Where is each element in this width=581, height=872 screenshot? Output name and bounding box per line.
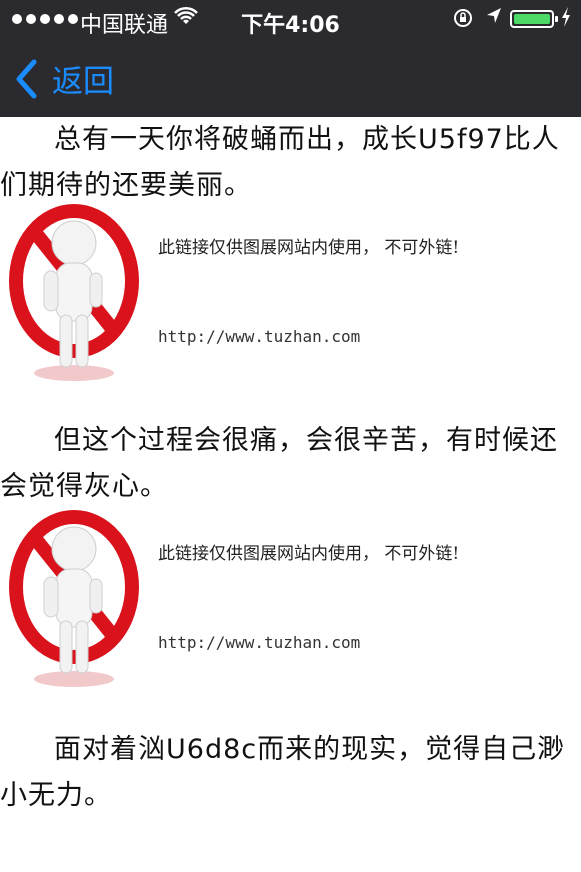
watermark-url-text: http://www.tuzhan.com: [158, 327, 361, 346]
back-button-label: 返回: [52, 64, 114, 100]
top-bar: 中国联通 下午4:06 返回: [0, 0, 581, 117]
orientation-lock-icon: [452, 7, 474, 34]
hotlink-watermark-image: 此链接仅供图展网站内使用， 不可外链! http://www.tuzhan.co…: [0, 203, 581, 383]
back-button[interactable]: 返回: [14, 56, 114, 101]
article-paragraph: 但这个过程会很痛，会很辛苦，有时候还会觉得灰心。: [0, 425, 558, 502]
status-bar: 中国联通 下午4:06: [0, 0, 581, 38]
navigation-bar: 返回: [0, 38, 581, 117]
article-paragraph: 面对着汹U6d8c而来的现实，觉得自己渺小无力。: [0, 734, 566, 811]
hotlink-watermark-image: 此链接仅供图展网站内使用， 不可外链! http://www.tuzhan.co…: [0, 509, 581, 689]
watermark-notice-text: 此链接仅供图展网站内使用， 不可外链!: [158, 544, 460, 564]
no-hotlink-figure-icon: [9, 510, 139, 687]
watermark-notice-text: 此链接仅供图展网站内使用， 不可外链!: [158, 238, 460, 258]
location-arrow-icon: [485, 6, 503, 31]
chevron-left-icon: [16, 59, 37, 98]
watermark-url-text: http://www.tuzhan.com: [158, 633, 361, 652]
article-paragraph: 总有一天你将破蛹而出，成长U5f97比人们期待的还要美丽。: [0, 124, 560, 201]
charging-bolt-icon: [560, 6, 572, 33]
no-hotlink-figure-icon: [9, 204, 139, 381]
battery-icon: [510, 10, 558, 28]
